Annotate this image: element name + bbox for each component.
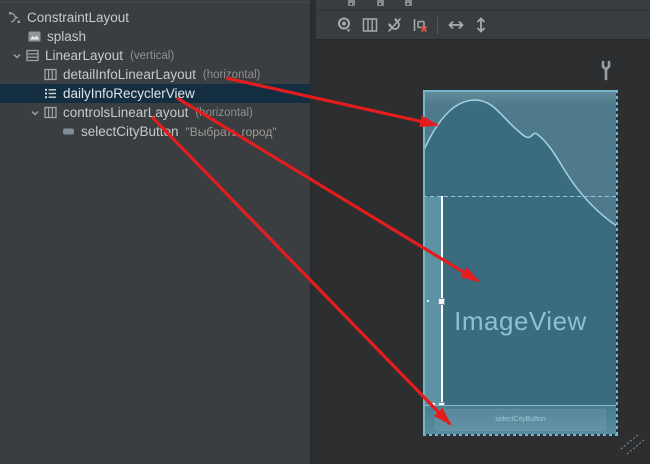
controls-region[interactable]: selectCityButton — [423, 405, 618, 434]
autoconnect-off-magnet-icon[interactable] — [382, 13, 407, 37]
tree-item-label: selectCityButton — [81, 122, 179, 141]
tree-item-splash[interactable]: splash — [0, 27, 310, 46]
wrench-icon[interactable] — [598, 60, 614, 82]
toolbar-separator — [437, 17, 438, 34]
preview-border-left — [423, 90, 425, 436]
linear-layout-horizontal-icon — [44, 106, 57, 119]
top-scrim — [423, 90, 618, 106]
design-surface[interactable]: ImageView selectCityButton — [316, 40, 650, 464]
resize-horizontal-icon[interactable] — [443, 13, 468, 37]
tree-item-text-value: "Выбрать город" — [186, 125, 277, 139]
imageview-placeholder-label: ImageView — [423, 306, 618, 337]
layout-editor-window: ConstraintLayout splash LinearLayout (ve… — [0, 0, 650, 464]
clipped-icon — [377, 0, 384, 6]
tree-item-label: controlsLinearLayout — [63, 103, 188, 122]
tree-item-label: dailyInfoRecyclerView — [63, 84, 195, 103]
selection-dot — [427, 300, 429, 302]
tree-item-label: ConstraintLayout — [27, 8, 129, 27]
design-preview[interactable]: ImageView selectCityButton — [423, 90, 618, 436]
recycler-view-icon — [44, 87, 57, 100]
tree-item-meta: (horizontal) — [195, 107, 253, 119]
linear-layout-horizontal-icon — [44, 68, 57, 81]
design-toolbar — [316, 11, 650, 40]
preview-border-top — [423, 90, 618, 92]
chevron-down-icon[interactable] — [26, 108, 44, 118]
component-tree-panel: ConstraintLayout splash LinearLayout (ve… — [0, 0, 313, 464]
resize-vertical-icon[interactable] — [468, 13, 493, 37]
tree-item-label: splash — [47, 27, 86, 46]
select-city-button-preview[interactable]: selectCityButton — [435, 409, 606, 431]
section-divider — [423, 196, 618, 197]
tree-item-linearlayout[interactable]: LinearLayout (vertical) — [0, 46, 310, 65]
view-options-eye-icon[interactable] — [332, 13, 357, 37]
splash-curve-graphic — [423, 90, 618, 436]
panel-top-divider — [0, 2, 310, 3]
component-tree: ConstraintLayout splash LinearLayout (ve… — [0, 8, 310, 141]
clear-constraints-icon[interactable] — [407, 13, 432, 37]
constraint-layout-icon — [8, 11, 21, 24]
tree-item-label: LinearLayout — [45, 46, 123, 65]
image-icon — [28, 30, 41, 43]
tree-item-detailinfolinearlayout[interactable]: detailInfoLinearLayout (horizontal) — [0, 65, 310, 84]
resize-grip-icon[interactable] — [619, 433, 649, 457]
tree-item-meta: (horizontal) — [203, 69, 261, 81]
clipped-icon — [348, 0, 355, 6]
preview-border-right — [616, 90, 618, 436]
tree-item-dailyinforecyclerview[interactable]: dailyInfoRecyclerView — [0, 84, 310, 103]
layout-variants-icon[interactable] — [357, 13, 382, 37]
chevron-down-icon[interactable] — [8, 51, 26, 61]
clipped-icon — [405, 0, 412, 6]
selection-handle-middle[interactable] — [438, 298, 445, 305]
tree-item-selectcitybutton[interactable]: selectCityButton "Выбрать город" — [0, 122, 310, 141]
tree-item-label: detailInfoLinearLayout — [63, 65, 196, 84]
tree-item-meta: (vertical) — [130, 50, 174, 62]
clipped-toolbar-row — [316, 0, 650, 11]
button-icon — [62, 125, 75, 138]
tree-item-constraintlayout[interactable]: ConstraintLayout — [0, 8, 310, 27]
tree-item-controlslinearlayout[interactable]: controlsLinearLayout (horizontal) — [0, 103, 310, 122]
preview-border-bottom — [423, 434, 618, 436]
linear-layout-vertical-icon — [26, 49, 39, 62]
